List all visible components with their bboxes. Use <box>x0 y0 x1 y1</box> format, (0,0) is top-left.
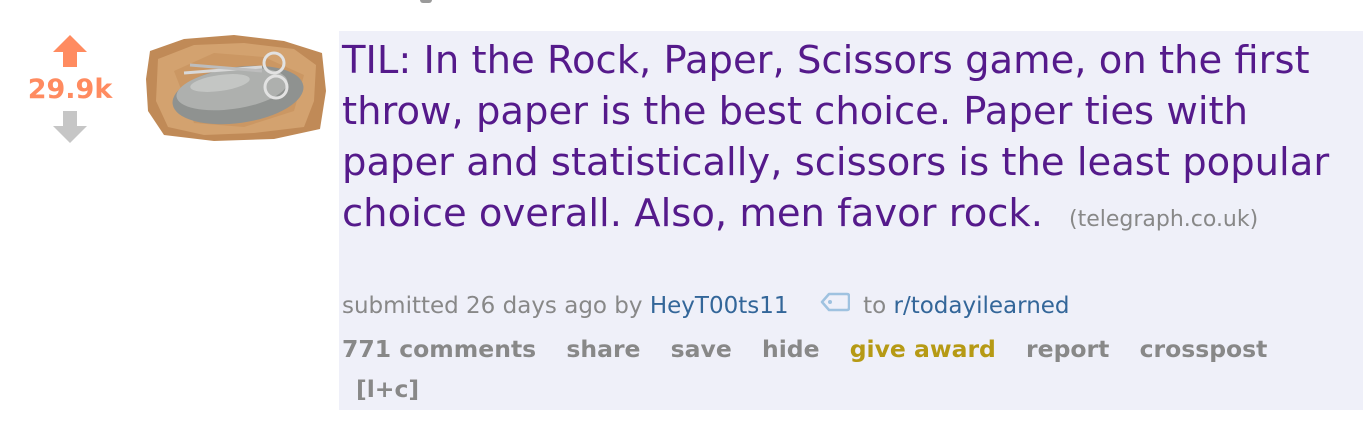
vote-column: 29.9k <box>14 34 126 144</box>
to-text: to <box>863 293 887 319</box>
give-award-button[interactable]: give award <box>850 335 996 363</box>
post-entry: TIL: In the Rock, Paper, Scissors game, … <box>339 31 1363 410</box>
link-comments-button[interactable]: [l+c] <box>356 375 419 403</box>
crosspost-tag-icon <box>820 288 851 322</box>
previous-post-fragment <box>420 0 432 3</box>
comments-button[interactable]: 771 comments <box>342 335 536 363</box>
save-button[interactable]: save <box>671 335 732 363</box>
upvote-arrow-icon[interactable] <box>52 34 88 68</box>
post-score: 29.9k <box>27 74 113 105</box>
downvote-arrow-icon[interactable] <box>52 110 88 144</box>
subreddit-link[interactable]: r/todayilearned <box>894 293 1070 319</box>
title-block: TIL: In the Rock, Paper, Scissors game, … <box>342 35 1352 245</box>
post-thumbnail[interactable] <box>144 31 328 143</box>
submitted-text: submitted 26 days ago by <box>342 293 643 319</box>
report-button[interactable]: report <box>1026 335 1109 363</box>
post-buttons: 771 comments share save hide give award … <box>342 329 1352 409</box>
crosspost-button[interactable]: crosspost <box>1140 335 1268 363</box>
author-link[interactable]: HeyT00ts11 <box>650 293 789 319</box>
post-tagline: submitted 26 days ago by HeyT00ts11 to r… <box>342 289 1352 324</box>
share-button[interactable]: share <box>566 335 640 363</box>
post-domain-link[interactable]: (telegraph.co.uk) <box>1069 207 1258 232</box>
hide-button[interactable]: hide <box>762 335 820 363</box>
